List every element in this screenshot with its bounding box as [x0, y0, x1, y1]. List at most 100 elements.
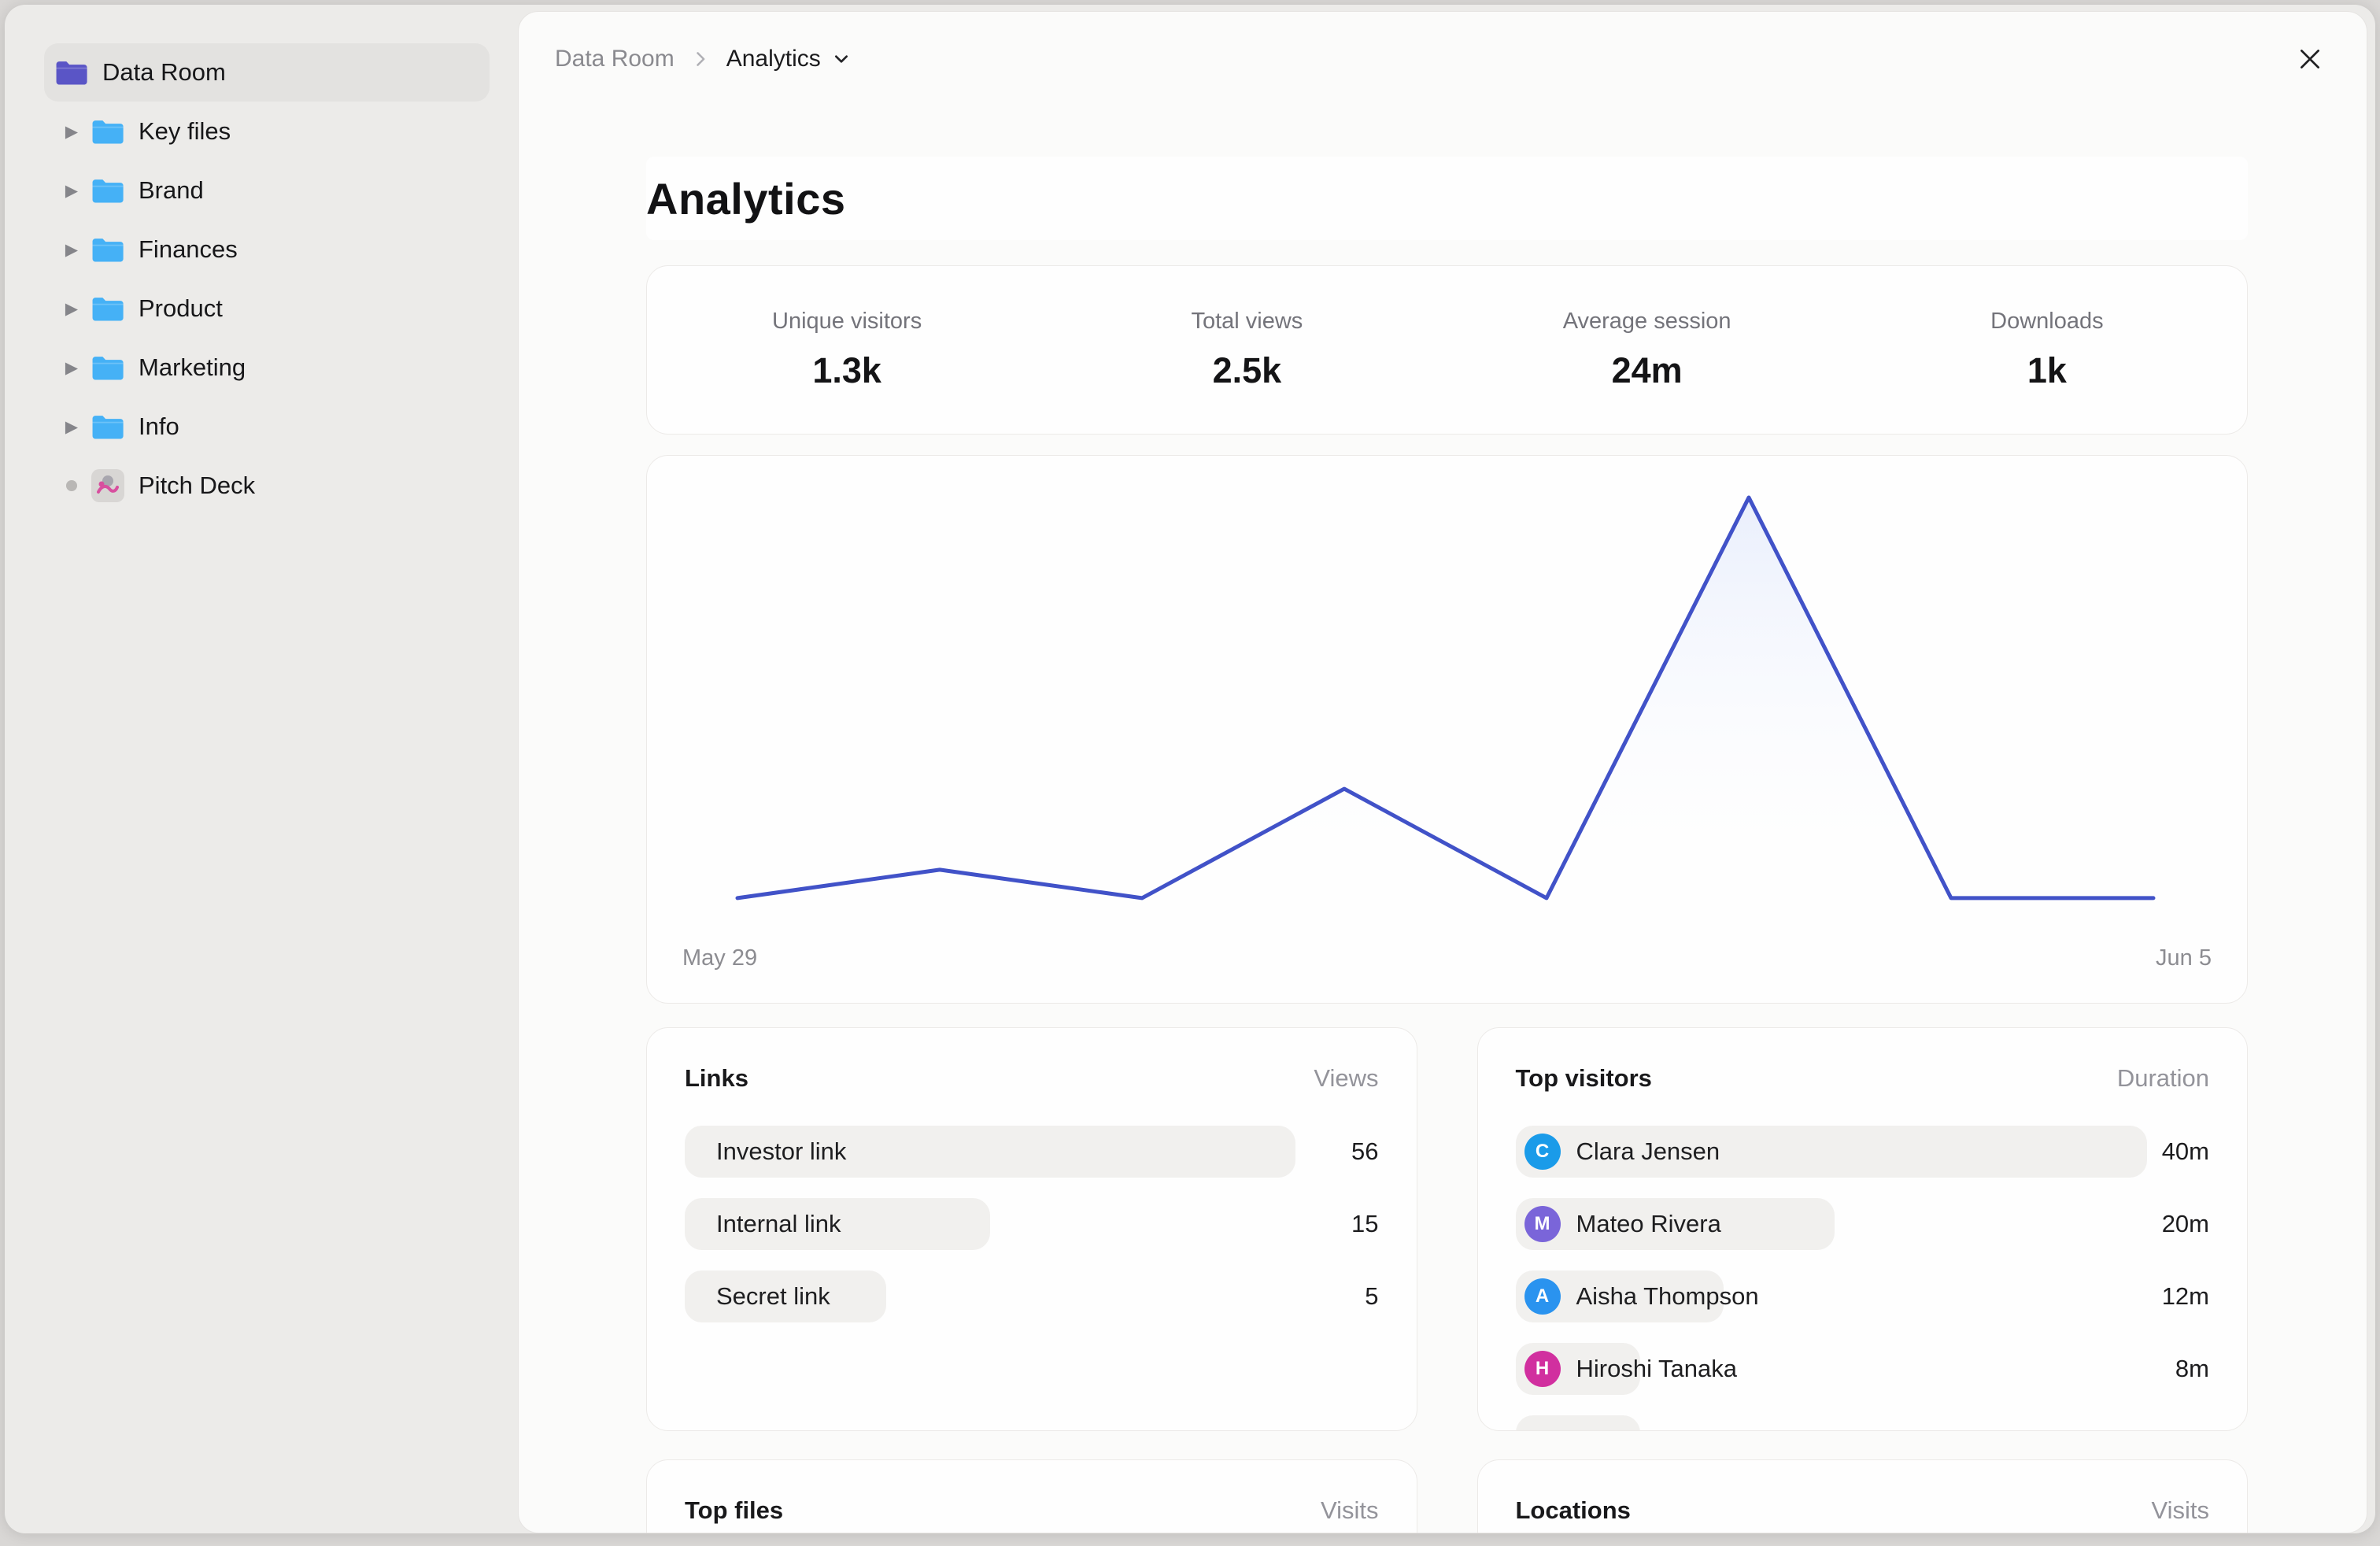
visitor-duration-value: 12m [2162, 1270, 2209, 1322]
close-button[interactable] [2288, 37, 2332, 81]
top-visitors-card: Top visitors Duration C Clara Jensen [1477, 1027, 2249, 1431]
bottom-card-header: Locations Visits [1516, 1496, 2210, 1525]
page-title: Analytics [646, 173, 846, 224]
visitors-card-title: Top visitors [1516, 1064, 1652, 1093]
disclosure-triangle-icon: ▶ [65, 301, 78, 317]
link-views-value: 5 [1365, 1270, 1378, 1322]
link-label: Secret link [716, 1282, 830, 1311]
bottom-card-title: Locations [1516, 1496, 1631, 1525]
bottom-card-header: Top files Visits [685, 1496, 1379, 1525]
visitors-duration-header: Duration [2117, 1064, 2209, 1093]
visits-trend-chart: May 29 Jun 5 [646, 455, 2248, 1004]
disclosure-slot[interactable]: ▶ [54, 360, 90, 376]
chevron-down-icon [832, 50, 851, 68]
sidebar-item-label: Finances [139, 235, 238, 264]
x-axis-label-end: Jun 5 [2156, 945, 2212, 971]
stat-value: 2.5k [1047, 350, 1447, 391]
visitor-row: C Clara Jensen 40m [1516, 1126, 2210, 1178]
avatar: M [1524, 1206, 1561, 1242]
folder-icon [90, 294, 126, 324]
chevron-right-icon [692, 50, 709, 68]
breadcrumb-current[interactable]: Analytics [726, 46, 851, 72]
screen: Data Room ▶ Key files [0, 0, 2380, 1546]
visitor-row: H Hiroshi Tanaka 8m [1516, 1343, 2210, 1395]
stat-label: Average session [1447, 309, 1847, 335]
stats-card: Unique visitors 1.3k Total views 2.5k Av… [646, 265, 2248, 435]
sidebar-item[interactable]: ▶ Brand [44, 161, 490, 220]
sidebar-item[interactable]: ▶ Marketing [44, 338, 490, 397]
visitor-bar[interactable]: H Hiroshi Tanaka [1516, 1343, 1641, 1395]
links-card: Links Views Investor link 56 [646, 1027, 1417, 1431]
link-bar[interactable]: Investor link [685, 1126, 1295, 1178]
disclosure-triangle-icon: ▶ [65, 419, 78, 435]
disclosure-slot[interactable]: ▶ [54, 301, 90, 317]
stat: Unique visitors 1.3k [647, 309, 1047, 391]
link-bar[interactable]: Internal link [685, 1198, 990, 1250]
visitors-list: C Clara Jensen 40m M Mateo Rivera [1516, 1126, 2210, 1431]
bottom-card-value-header: Visits [2151, 1496, 2209, 1525]
visitor-row [1516, 1415, 2210, 1431]
line-chart [647, 456, 2248, 1004]
bullet-slot [54, 480, 90, 491]
sidebar-item-label: Info [139, 412, 179, 441]
avatar: C [1524, 1134, 1561, 1170]
analytics-content: Analytics Unique visitors 1.3k Total vie… [646, 157, 2248, 1533]
sidebar-item-label: Key files [139, 117, 231, 146]
visitor-duration-value: 8m [2175, 1343, 2209, 1395]
sidebar-item[interactable]: ▶ Info [44, 398, 490, 456]
breadcrumb: Data Room Analytics [555, 46, 851, 72]
sidebar-item[interactable]: ▶ Product [44, 279, 490, 338]
dot-icon [66, 480, 77, 491]
breadcrumb-parent[interactable]: Data Room [555, 46, 674, 72]
visitor-row: M Mateo Rivera 20m [1516, 1198, 2210, 1250]
stat-value: 1.3k [647, 350, 1047, 391]
disclosure-triangle-icon: ▶ [65, 183, 78, 199]
visitor-bar[interactable]: C Clara Jensen [1516, 1126, 2147, 1178]
folder-icon [90, 235, 126, 264]
visitor-name: Clara Jensen [1576, 1137, 1720, 1166]
disclosure-slot[interactable]: ▶ [54, 242, 90, 258]
visitor-name: Aisha Thompson [1576, 1282, 1759, 1311]
folder-icon [90, 412, 126, 442]
visitor-row: A Aisha Thompson 12m [1516, 1270, 2210, 1322]
sidebar-item-label: Brand [139, 176, 204, 205]
sidebar-item[interactable]: Pitch Deck [44, 457, 490, 515]
bottom-card: Top files Visits [646, 1459, 1417, 1533]
sidebar-item[interactable]: Data Room [44, 43, 490, 102]
links-card-header: Links Views [685, 1064, 1379, 1093]
sidebar-item[interactable]: ▶ Key files [44, 102, 490, 161]
stat-label: Total views [1047, 309, 1447, 335]
links-views-header: Views [1314, 1064, 1378, 1093]
disclosure-slot[interactable]: ▶ [54, 183, 90, 199]
middle-cards-row: Links Views Investor link 56 [646, 1027, 2248, 1431]
visitor-bar[interactable] [1516, 1415, 1641, 1431]
disclosure-triangle-icon: ▶ [65, 360, 78, 376]
visitor-duration-value: 40m [2162, 1126, 2209, 1178]
stat-value: 1k [1847, 350, 2247, 391]
disclosure-slot[interactable]: ▶ [54, 419, 90, 435]
link-row: Internal link 15 [685, 1198, 1379, 1250]
link-views-value: 56 [1351, 1126, 1378, 1178]
disclosure-triangle-icon: ▶ [65, 124, 78, 140]
bottom-card: Locations Visits [1477, 1459, 2249, 1533]
link-label: Internal link [716, 1210, 841, 1238]
visitor-name: Mateo Rivera [1576, 1210, 1721, 1238]
folder-icon [90, 117, 126, 146]
sidebar: Data Room ▶ Key files [5, 5, 518, 1533]
stat: Downloads 1k [1847, 309, 2247, 391]
bottom-card-title: Top files [685, 1496, 783, 1525]
link-bar[interactable]: Secret link [685, 1270, 886, 1322]
stat-value: 24m [1447, 350, 1847, 391]
disclosure-slot[interactable]: ▶ [54, 124, 90, 140]
link-row: Secret link 5 [685, 1270, 1379, 1322]
visitor-bar[interactable]: M Mateo Rivera [1516, 1198, 1835, 1250]
stat-label: Unique visitors [647, 309, 1047, 335]
sidebar-item[interactable]: ▶ Finances [44, 220, 490, 279]
visitor-bar[interactable]: A Aisha Thompson [1516, 1270, 1724, 1322]
panel-header: Data Room Analytics [519, 12, 2367, 106]
link-label: Investor link [716, 1137, 846, 1166]
sidebar-item-label: Data Room [102, 58, 226, 87]
visitor-name: Hiroshi Tanaka [1576, 1355, 1737, 1383]
bottom-cards-row: Top files Visits Locations Visits [646, 1459, 2248, 1533]
app-window: Data Room ▶ Key files [5, 5, 2375, 1533]
